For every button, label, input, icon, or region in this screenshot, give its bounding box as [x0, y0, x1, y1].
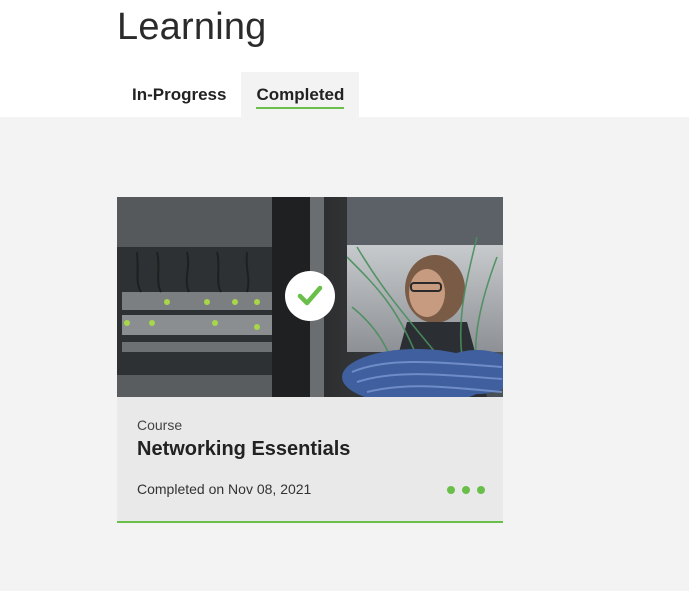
card-type: Course — [137, 417, 183, 433]
card-body: Course Networking Essentials — [137, 417, 483, 461]
completion-status: Completed on Nov 08, 2021 — [137, 481, 312, 497]
tab-in-progress[interactable]: In-Progress — [117, 72, 241, 117]
more-dots-icon — [477, 486, 485, 494]
card-title: Networking Essentials — [137, 438, 351, 460]
page-title: Learning — [117, 6, 267, 48]
check-icon — [297, 285, 323, 306]
more-dots-icon — [462, 486, 470, 494]
more-options-button[interactable] — [447, 484, 485, 496]
main-content: Course Networking Essentials Completed o… — [0, 117, 689, 591]
tab-completed[interactable]: Completed — [241, 72, 360, 117]
page-header: Learning In-Progress Completed — [0, 0, 689, 117]
more-dots-icon — [447, 486, 455, 494]
tab-in-progress-label: In-Progress — [132, 84, 227, 104]
course-thumbnail — [117, 197, 503, 397]
tab-bar: In-Progress Completed — [117, 72, 360, 117]
course-card[interactable]: Course Networking Essentials Completed o… — [117, 197, 503, 523]
completed-check-badge — [285, 271, 335, 321]
tab-completed-label: Completed — [256, 85, 345, 109]
